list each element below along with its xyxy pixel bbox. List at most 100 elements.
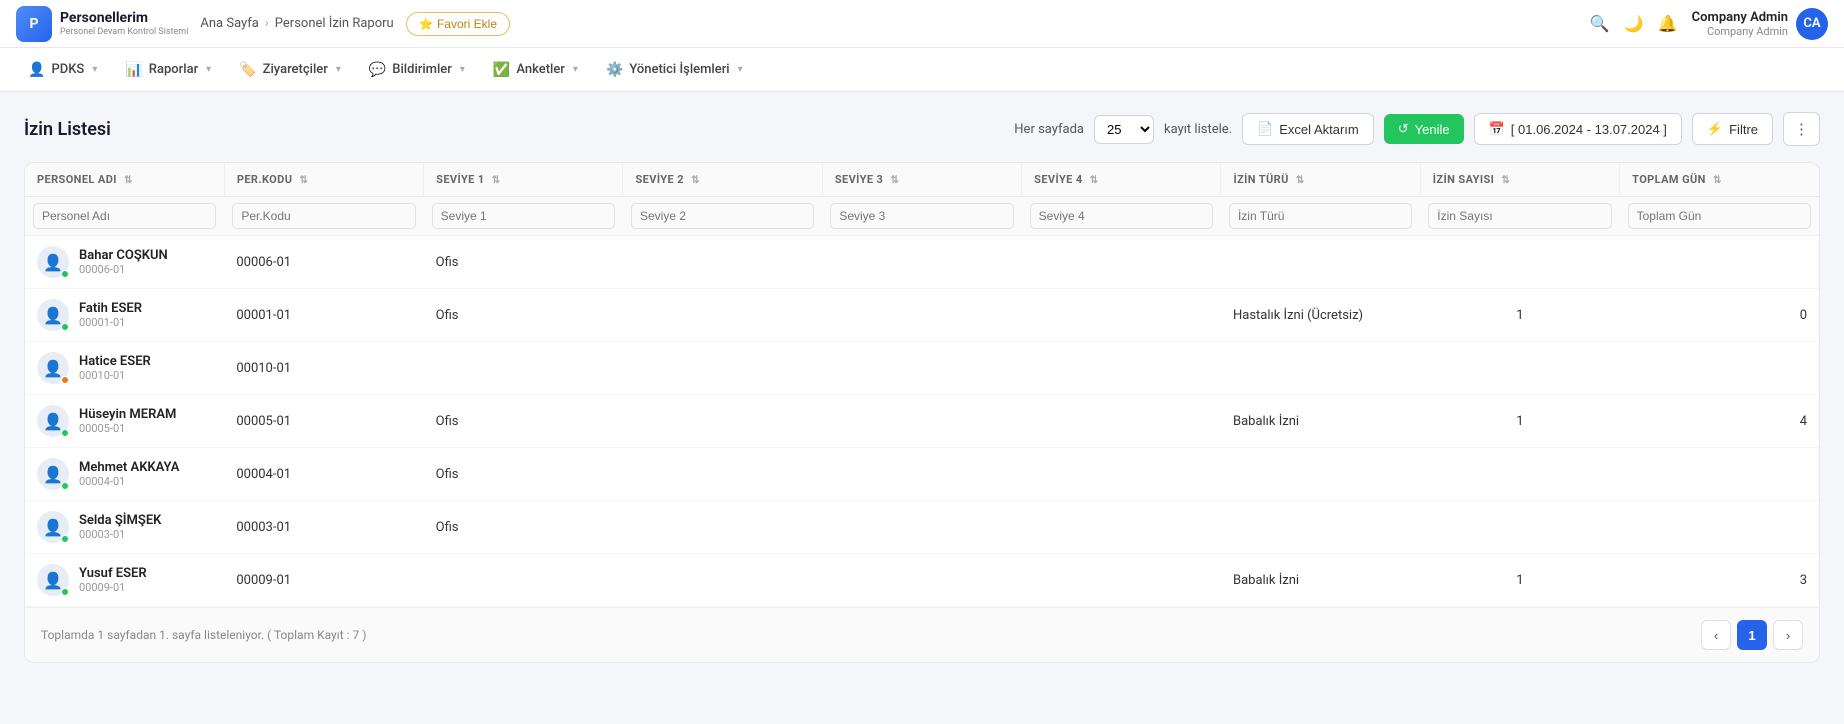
cell-toplam-gun — [1620, 448, 1819, 501]
prev-page-button[interactable]: ‹ — [1701, 620, 1731, 650]
col-seviye2[interactable]: SEVİYE 2 ⇅ — [623, 163, 822, 197]
sidebar-item-pdks[interactable]: 👤 PDKS ▾ — [16, 54, 109, 86]
top-navbar: P Personellerim Personel Devam Kontrol S… — [0, 0, 1844, 48]
col-seviye3[interactable]: SEVİYE 3 ⇅ — [822, 163, 1021, 197]
secondary-navbar: 👤 PDKS ▾ 📊 Raporlar ▾ 🏷️ Ziyaretçiler ▾ … — [0, 48, 1844, 92]
filter-izin-sayisi[interactable] — [1428, 203, 1611, 229]
person-name: Bahar COŞKUN — [79, 248, 168, 263]
col-per-kodu[interactable]: PER.KODU ⇅ — [224, 163, 423, 197]
filter-seviye3[interactable] — [830, 203, 1013, 229]
status-dot — [61, 482, 69, 490]
filter-personel-adi[interactable] — [33, 203, 216, 229]
ziyaretciler-label: Ziyaretçiler — [263, 62, 328, 77]
sort-icon-per-kodu: ⇅ — [300, 175, 309, 186]
raporlar-icon: 📊 — [125, 62, 142, 78]
col-seviye4[interactable]: SEVİYE 4 ⇅ — [1022, 163, 1221, 197]
search-icon[interactable]: 🔍 — [1590, 14, 1610, 33]
bell-icon[interactable]: 🔔 — [1658, 14, 1678, 33]
per-page-select[interactable]: 25 50 100 — [1094, 115, 1154, 144]
pdks-chevron: ▾ — [92, 64, 97, 75]
filter-seviye4[interactable] — [1030, 203, 1213, 229]
cell-seviye2 — [623, 236, 822, 289]
page-1-button[interactable]: 1 — [1737, 620, 1767, 650]
col-personel-adi[interactable]: PERSONEL ADI ⇅ — [25, 163, 224, 197]
sort-icon-seviye1: ⇅ — [492, 175, 501, 186]
sidebar-item-anketler[interactable]: ✅ Anketler ▾ — [481, 54, 590, 86]
filter-row — [25, 197, 1819, 236]
table-body: 👤 Bahar COŞKUN 00006-01 00006-01 Ofis — [25, 236, 1819, 607]
person-name: Fatih ESER — [79, 301, 142, 316]
person-code-sub: 00009-01 — [79, 581, 147, 594]
cell-seviye2 — [623, 395, 822, 448]
breadcrumb-home-link[interactable]: Ana Sayfa — [200, 16, 258, 31]
pdks-label: PDKS — [51, 62, 84, 77]
cell-seviye3 — [822, 448, 1021, 501]
footer-info: Toplamda 1 sayfadan 1. sayfa listeleniyo… — [41, 628, 366, 642]
cell-seviye3 — [822, 342, 1021, 395]
cell-personel-adi: 👤 Bahar COŞKUN 00006-01 — [25, 236, 224, 289]
excel-icon: 📄 — [1257, 121, 1273, 137]
filter-seviye2[interactable] — [631, 203, 814, 229]
kayit-label: kayıt listele. — [1164, 122, 1232, 137]
sidebar-item-raporlar[interactable]: 📊 Raporlar ▾ — [113, 54, 223, 86]
anketler-label: Anketler — [516, 62, 565, 77]
cell-seviye1 — [424, 342, 623, 395]
cell-seviye2 — [623, 448, 822, 501]
table-footer: Toplamda 1 sayfadan 1. sayfa listeleniyo… — [25, 607, 1819, 662]
date-range-button[interactable]: 📅 [ 01.06.2024 - 13.07.2024 ] — [1474, 113, 1682, 145]
cell-toplam-gun — [1620, 236, 1819, 289]
cell-seviye1: Ofis — [424, 395, 623, 448]
cell-izin-turu: Babalık İzni — [1221, 554, 1420, 607]
col-toplam-gun[interactable]: TOPLAM GÜN ⇅ — [1620, 163, 1819, 197]
status-dot — [61, 376, 69, 384]
filter-toplam-gun[interactable] — [1628, 203, 1811, 229]
navbar-right: 🔍 🌙 🔔 Company Admin Company Admin CA — [1590, 8, 1828, 40]
cell-toplam-gun: 3 — [1620, 554, 1819, 607]
cell-personel-adi: 👤 Fatih ESER 00001-01 — [25, 289, 224, 342]
navbar-left: P Personellerim Personel Devam Kontrol S… — [16, 6, 510, 42]
user-avatar[interactable]: CA — [1796, 8, 1828, 40]
favori-ekle-button[interactable]: ⭐ Favori Ekle — [406, 12, 510, 36]
yenile-button[interactable]: ↺ Yenile — [1384, 114, 1464, 144]
cell-izin-sayisi: 1 — [1420, 554, 1619, 607]
person-name: Hatice ESER — [79, 354, 151, 369]
moon-icon[interactable]: 🌙 — [1624, 14, 1644, 33]
status-dot — [61, 588, 69, 596]
page-title: İzin Listesi — [24, 119, 111, 140]
filter-izin-turu[interactable] — [1229, 203, 1412, 229]
cell-seviye1: Ofis — [424, 448, 623, 501]
col-seviye1[interactable]: SEVİYE 1 ⇅ — [424, 163, 623, 197]
excel-aktarim-button[interactable]: 📄 Excel Aktarım — [1242, 113, 1374, 145]
page-header: İzin Listesi Her sayfada 25 50 100 kayıt… — [24, 112, 1820, 146]
next-page-button[interactable]: › — [1773, 620, 1803, 650]
col-izin-sayisi[interactable]: İZİN SAYISI ⇅ — [1420, 163, 1619, 197]
status-dot — [61, 535, 69, 543]
sidebar-item-bildirimler[interactable]: 💬 Bildirimler ▾ — [357, 54, 477, 86]
filter-seviye1[interactable] — [432, 203, 615, 229]
filtre-button[interactable]: ⚡ Filtre — [1692, 113, 1773, 145]
cell-per-kodu: 00010-01 — [224, 342, 423, 395]
per-page-label: Her sayfada — [1014, 122, 1084, 137]
filter-icon: ⚡ — [1707, 121, 1723, 137]
yenile-label: Yenile — [1415, 122, 1450, 137]
logo-area: P Personellerim Personel Devam Kontrol S… — [16, 6, 188, 42]
cell-seviye3 — [822, 236, 1021, 289]
user-info: Company Admin Company Admin CA — [1692, 8, 1828, 40]
user-text: Company Admin Company Admin — [1692, 10, 1788, 38]
more-options-button[interactable]: ⋮ — [1783, 112, 1820, 146]
cell-personel-adi: 👤 Selda ŞİMŞEK 00003-01 — [25, 501, 224, 554]
yonetici-chevron: ▾ — [738, 64, 743, 75]
cell-izin-turu: Hastalık İzni (Ücretsiz) — [1221, 289, 1420, 342]
cell-seviye1: Ofis — [424, 501, 623, 554]
logo-text: Personellerim Personel Devam Kontrol Sis… — [60, 10, 188, 38]
sidebar-item-ziyaretciler[interactable]: 🏷️ Ziyaretçiler ▾ — [227, 54, 353, 86]
cell-seviye4 — [1022, 501, 1221, 554]
person-name: Selda ŞİMŞEK — [79, 513, 161, 528]
cell-seviye4 — [1022, 448, 1221, 501]
sidebar-item-yonetici[interactable]: ⚙️ Yönetici İşlemleri ▾ — [594, 54, 755, 86]
col-izin-turu[interactable]: İZİN TÜRÜ ⇅ — [1221, 163, 1420, 197]
filter-per-kodu[interactable] — [232, 203, 415, 229]
cell-per-kodu: 00005-01 — [224, 395, 423, 448]
bildirimler-icon: 💬 — [369, 62, 386, 78]
person-code-sub: 00003-01 — [79, 528, 161, 541]
